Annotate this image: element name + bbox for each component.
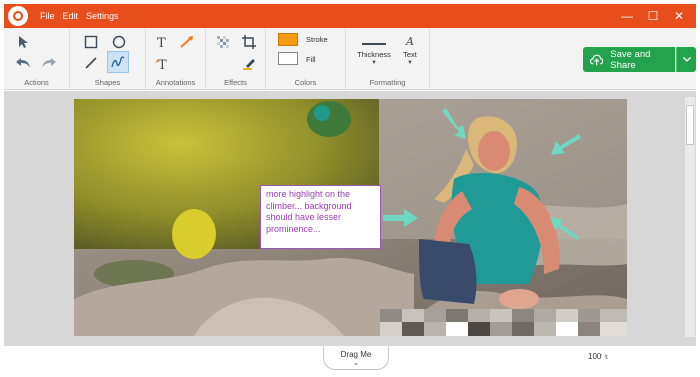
annotations-group: T T Annotations [146,28,206,90]
menu-file[interactable]: File [40,11,55,21]
title-bar: File Edit Settings — ☐ ✕ [4,4,696,28]
freehand-icon[interactable] [107,51,129,73]
menu-bar: File Edit Settings [40,11,127,21]
save-and-share-button[interactable]: Save and Share [583,47,675,72]
text-tool-icon[interactable]: T [151,31,173,53]
group-label-formatting: Formatting [369,78,406,87]
select-cursor-icon[interactable] [12,31,34,53]
double-chevron-down-icon: ⌄ [352,358,360,367]
styled-text-icon[interactable]: T [151,52,173,74]
close-icon[interactable]: ✕ [666,4,692,28]
svg-text:T: T [157,36,166,49]
group-label-effects: Effects [224,78,247,87]
formatting-group: Thickness ▼ A Text ▼ Formatting [346,28,430,90]
text-chevron-down-icon: ▼ [407,60,413,66]
menu-settings[interactable]: Settings [86,11,119,21]
pixelated-region [380,309,627,336]
fill-label: Fill [306,55,316,64]
ellipse-icon[interactable] [108,31,130,53]
app-window: File Edit Settings — ☐ ✕ Actions Shapes … [0,0,700,377]
thickness-line-icon [362,42,386,45]
actions-group: Actions [4,28,70,90]
menu-edit[interactable]: Edit [63,11,79,21]
text-format-dropdown[interactable]: A Text ▼ [398,31,422,69]
cloud-upload-icon [590,54,604,65]
drag-me-handle[interactable]: Drag Me ⌄ [323,346,389,370]
stroke-label: Stroke [306,35,328,44]
highlighter-icon[interactable] [238,52,260,74]
colors-group: Stroke Fill Colors [266,28,346,90]
thickness-label: Thickness [357,49,391,59]
undo-icon[interactable] [12,52,34,74]
maximize-icon[interactable]: ☐ [640,4,666,28]
group-label-shapes: Shapes [94,78,121,87]
chevron-down-icon [682,57,691,62]
svg-text:T: T [158,58,167,70]
save-and-share-label: Save and Share [610,48,651,71]
rectangle-icon[interactable] [80,31,102,53]
save-options-dropdown[interactable] [676,47,696,72]
window-controls: — ☐ ✕ [614,4,692,28]
scrollbar-thumb[interactable] [686,105,694,145]
annotation-callout[interactable]: more highlight on the climber... backgro… [260,185,381,249]
crop-icon[interactable] [238,31,260,53]
arrow-tool-icon[interactable] [176,31,198,53]
watermark-logo: mytour.vn [600,345,692,365]
thickness-dropdown[interactable]: Thickness ▼ [356,31,392,69]
fill-color-swatch[interactable] [278,52,298,65]
pixelate-icon[interactable] [212,31,234,53]
line-icon[interactable] [80,52,102,74]
group-label-annotations: Annotations [155,78,196,87]
text-label: Text [403,50,417,59]
group-label-colors: Colors [294,78,317,87]
shapes-group: Shapes [70,28,146,90]
minimize-icon[interactable]: — [614,4,640,28]
group-label-actions: Actions [24,78,49,87]
stroke-color-swatch[interactable] [278,33,298,46]
redo-icon[interactable] [38,52,60,74]
app-logo-icon [8,6,28,26]
effects-group: Effects [206,28,266,90]
vertical-scrollbar[interactable] [685,97,695,337]
thickness-chevron-down-icon: ▼ [371,59,377,66]
text-format-icon: A [406,35,414,48]
